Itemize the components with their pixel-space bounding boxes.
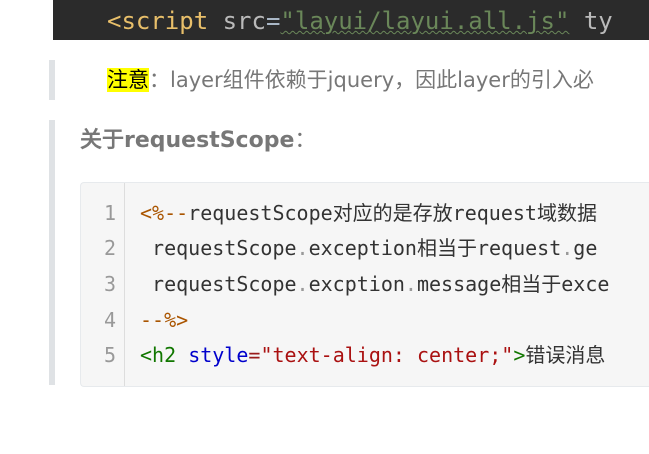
type-attribute-partial: ty xyxy=(569,7,613,35)
tag-name: h2 xyxy=(152,343,177,367)
jsp-comment-close: --%> xyxy=(140,308,189,332)
code-line-3: requestScope.excption.message相当于exce xyxy=(140,270,609,298)
code-text: 错误消息 xyxy=(525,343,606,367)
jsp-comment-open: <%-- xyxy=(140,201,189,225)
tag-bracket: < xyxy=(140,343,153,367)
code-text: exception相当于request xyxy=(308,236,562,260)
line-number-gutter: 1 2 3 4 5 xyxy=(81,183,125,386)
section-heading: 关于requestScope： xyxy=(80,126,316,156)
code-text: requestScope xyxy=(140,272,297,296)
note-blockquote: 注意：layer组件依赖于jquery，因此layer的引入必 xyxy=(49,60,649,100)
section-blockquote: 关于requestScope： 1 2 3 4 5 <%--requestSco… xyxy=(49,120,649,387)
code-line-5: <h2 style="text-align: center;">错误消息 xyxy=(140,341,605,369)
code-text: message相当于exce xyxy=(416,272,610,296)
code-text: excption xyxy=(308,272,405,296)
script-tag-line: <script src="layui/layui.all.js" ty xyxy=(107,0,613,40)
code-dot: . xyxy=(296,272,309,296)
equals-sign: = xyxy=(265,7,281,35)
code-line-4: --%> xyxy=(140,306,188,334)
note-body: ：layer组件依赖于jquery，因此layer的引入必 xyxy=(149,68,594,92)
note-text: 注意：layer组件依赖于jquery，因此layer的引入必 xyxy=(107,66,594,94)
section-suffix: ： xyxy=(294,128,317,153)
code-dot: . xyxy=(296,236,309,260)
line-number: 2 xyxy=(103,236,116,260)
tag-bracket: > xyxy=(513,343,526,367)
src-value: "layui/layui.all.js" xyxy=(280,7,570,35)
line-number: 3 xyxy=(103,272,116,296)
line-number: 5 xyxy=(103,343,116,367)
code-dot: . xyxy=(561,236,574,260)
src-attribute: src xyxy=(222,7,266,35)
script-tag-open: <script xyxy=(107,7,209,35)
code-text: ge xyxy=(573,236,598,260)
code-block[interactable]: 1 2 3 4 5 <%--requestScope对应的是存放request域… xyxy=(80,182,649,387)
code-text: requestScope xyxy=(140,236,297,260)
line-number: 1 xyxy=(103,201,116,225)
section-title: 关于requestScope xyxy=(80,128,295,153)
attr-equals: = xyxy=(248,343,261,367)
code-line-2: requestScope.exception相当于request.ge xyxy=(140,234,597,262)
code-dot: . xyxy=(404,272,417,296)
line-number: 4 xyxy=(103,308,116,332)
attr-name: style xyxy=(188,343,249,367)
note-highlight: 注意 xyxy=(107,68,149,92)
code-line-1: <%--requestScope对应的是存放request域数据 xyxy=(140,199,597,227)
attr-value: "text-align: center;" xyxy=(260,343,514,367)
code-snippet-dark: <script src="layui/layui.all.js" ty xyxy=(53,0,649,40)
code-text: requestScope对应的是存放request域数据 xyxy=(188,201,597,225)
